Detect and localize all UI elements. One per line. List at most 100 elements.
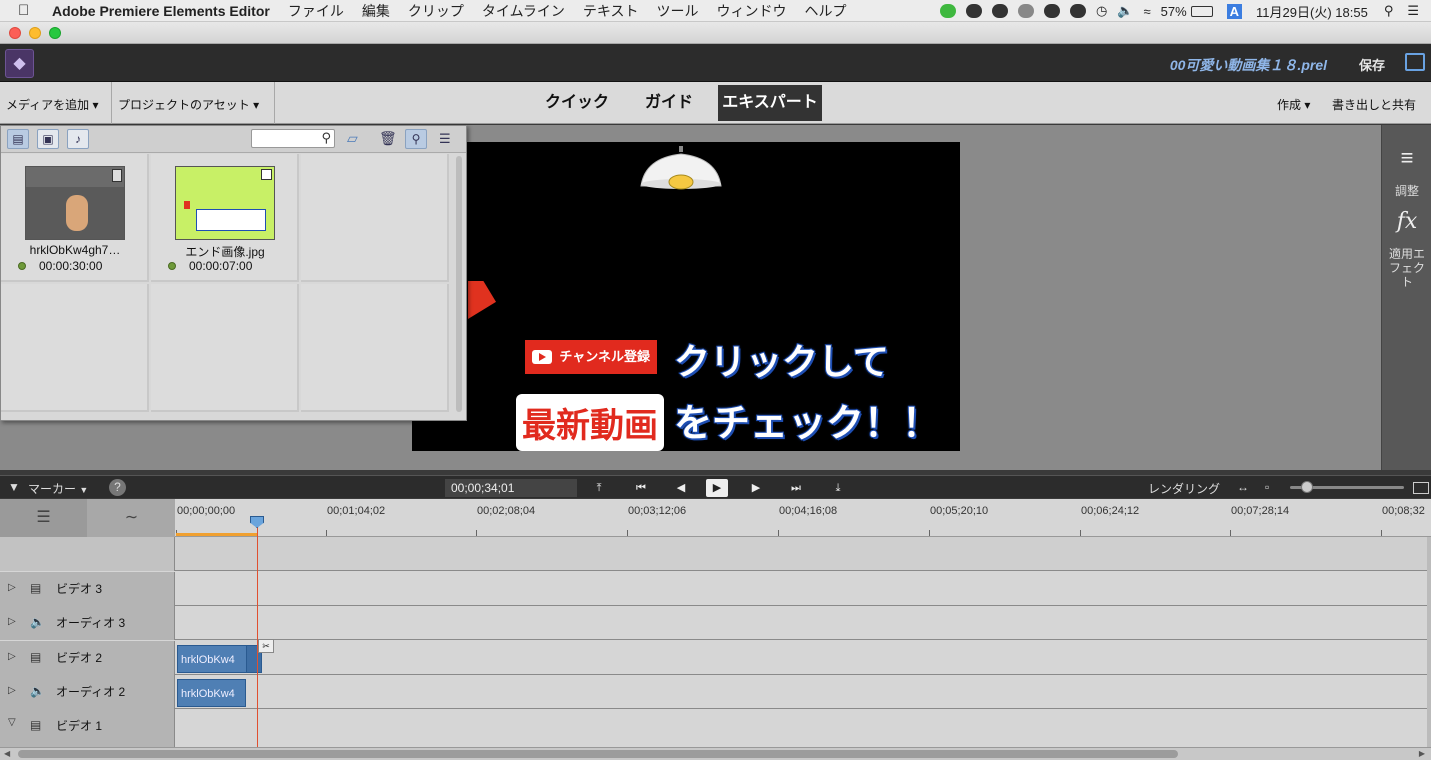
zoom-window-button[interactable] xyxy=(49,27,61,39)
track-video-1[interactable]: ▽ ▤ ビデオ 1 xyxy=(0,709,1427,747)
filter-audio-icon[interactable]: ♪ xyxy=(67,129,89,149)
asset-item[interactable]: hrklObKw4gh7… 00:00:30:00 xyxy=(1,154,149,282)
panel-menu-icon[interactable]: ☰ xyxy=(439,131,451,147)
menu-timeline[interactable]: タイムライン xyxy=(482,1,565,21)
applied-effects-label[interactable]: 適用エフェクト xyxy=(1382,247,1431,289)
wifi-icon[interactable]: ≈ xyxy=(1143,4,1150,19)
input-source-indicator[interactable]: A xyxy=(1226,3,1243,19)
line-icon[interactable] xyxy=(939,4,956,18)
asset-grid: hrklObKw4gh7… 00:00:30:00 エンド画像.jpg 00:0… xyxy=(1,154,453,414)
tracks-vertical-scrollbar[interactable] xyxy=(1427,537,1431,747)
zoom-out-icon[interactable]: ▫ xyxy=(1265,480,1269,494)
app-header: ◆ 00可愛い動画集１８.prel 保存 xyxy=(0,44,1431,82)
monitor-preview[interactable]: チャンネル登録 クリックして 最新動画 をチェック！！ xyxy=(412,142,960,451)
asset-search-input[interactable]: ⚲ xyxy=(251,129,335,148)
expand-triangle-icon[interactable]: ▷ xyxy=(8,616,16,627)
tab-guided[interactable]: ガイド xyxy=(632,85,706,121)
scroll-right-icon[interactable]: ▶ xyxy=(1419,749,1425,758)
ruler-tick: 00;04;16;08 xyxy=(779,505,838,517)
assets-scrollbar[interactable] xyxy=(456,156,462,412)
google-drive-icon[interactable] xyxy=(991,4,1008,18)
premiere-elements-logo[interactable]: ◆ xyxy=(5,49,34,78)
step-back-icon[interactable]: ◀ xyxy=(670,479,692,497)
reveal-folder-icon[interactable]: ▱ xyxy=(347,130,358,147)
project-assets-dropdown[interactable]: プロジェクトのアセット ▾ xyxy=(118,96,259,113)
minimize-window-button[interactable] xyxy=(29,27,41,39)
app-menu[interactable]: Adobe Premiere Elements Editor xyxy=(52,3,270,19)
previous-edit-icon[interactable]: ⏮ xyxy=(630,479,652,497)
filter-image-icon[interactable]: ▣ xyxy=(37,129,59,149)
adjust-icon[interactable]: ≡ xyxy=(1382,147,1431,169)
train-icon[interactable] xyxy=(1017,4,1034,18)
tab-quick[interactable]: クイック xyxy=(536,85,618,121)
playhead-line[interactable] xyxy=(257,525,258,747)
audio-waveform-icon[interactable]: ∼ xyxy=(88,499,175,537)
menu-text[interactable]: テキスト xyxy=(583,1,639,21)
go-to-end-icon[interactable]: ⤓ xyxy=(827,479,849,497)
notification-center-icon[interactable]: ☰ xyxy=(1407,3,1419,19)
track-audio-2[interactable]: ▷ 🔈 オーディオ 2 hrklObKw4 xyxy=(0,675,1427,709)
apple-icon[interactable]:  xyxy=(18,2,36,19)
marker-menu-icon[interactable]: ▼ xyxy=(8,480,20,494)
tab-expert[interactable]: エキスパート xyxy=(718,85,822,121)
menu-clip[interactable]: クリップ xyxy=(408,1,464,21)
time-machine-icon[interactable]: ◷ xyxy=(1096,3,1107,19)
collapse-triangle-icon[interactable]: ▽ xyxy=(8,717,16,728)
scrollbar-thumb[interactable] xyxy=(18,750,1178,758)
menu-tools[interactable]: ツール xyxy=(656,1,698,21)
close-window-button[interactable] xyxy=(9,27,21,39)
scissors-icon[interactable]: ✂ xyxy=(258,639,274,653)
fullscreen-icon[interactable] xyxy=(1405,53,1425,71)
battery-icon[interactable] xyxy=(1190,5,1213,17)
dropbox-icon[interactable] xyxy=(1069,4,1086,18)
clock[interactable]: 11月29日(火) 18:55 xyxy=(1256,2,1368,21)
trash-icon[interactable]: 🗑 xyxy=(379,130,397,147)
tick-mark xyxy=(929,530,930,536)
work-area-bar[interactable] xyxy=(176,533,258,536)
menu-edit[interactable]: 編集 xyxy=(362,1,390,21)
play-button[interactable]: ▶ xyxy=(706,479,728,497)
zoom-in-icon[interactable] xyxy=(1413,482,1429,494)
asset-item[interactable]: エンド画像.jpg 00:00:07:00 xyxy=(151,154,299,282)
go-to-start-icon[interactable]: ⤒ xyxy=(588,479,610,497)
help-icon[interactable]: ? xyxy=(109,479,126,496)
video-clip[interactable]: hrklObKw4 xyxy=(177,645,247,673)
fx-icon[interactable]: fx xyxy=(1382,211,1431,233)
timeline-horizontal-scrollbar[interactable]: ◀ ▶ xyxy=(0,747,1431,760)
fit-timeline-icon[interactable]: ↔ xyxy=(1237,480,1249,494)
expand-triangle-icon[interactable]: ▷ xyxy=(8,685,16,696)
volume-icon[interactable]: 🔈 xyxy=(1117,3,1133,19)
adjust-label[interactable]: 調整 xyxy=(1382,184,1431,198)
scroll-left-icon[interactable]: ◀ xyxy=(4,749,10,758)
timeline-ruler[interactable]: ☰ ∼ 00;00;00;00 00;01;04;02 00;02;08;04 … xyxy=(0,499,1431,537)
pin-icon[interactable]: ⚲ xyxy=(405,129,427,149)
expand-triangle-icon[interactable]: ▷ xyxy=(8,651,16,662)
expand-triangle-icon[interactable]: ▷ xyxy=(8,582,16,593)
render-button[interactable]: レンダリング xyxy=(1148,480,1220,497)
export-share-button[interactable]: 書き出しと共有 xyxy=(1332,96,1416,113)
create-dropdown[interactable]: 作成 ▾ xyxy=(1277,96,1310,113)
zoom-slider-knob[interactable] xyxy=(1301,481,1313,493)
cloud-icon[interactable] xyxy=(1043,4,1060,18)
track-name: ビデオ 1 xyxy=(56,719,103,733)
marker-dropdown[interactable]: マーカー ▼ xyxy=(28,480,88,497)
chevron-down-icon: ▼ xyxy=(79,485,89,495)
audio-clip[interactable]: hrklObKw4 xyxy=(177,679,246,707)
filter-video-icon[interactable]: ▤ xyxy=(7,129,29,149)
caption-highlight: 最新動画 xyxy=(516,394,664,451)
menu-file[interactable]: ファイル xyxy=(288,1,344,21)
step-forward-icon[interactable]: ▶ xyxy=(745,479,767,497)
add-media-dropdown[interactable]: メディアを追加 ▾ xyxy=(6,96,99,113)
track-audio-3[interactable]: ▷ 🔈 オーディオ 3 xyxy=(0,606,1427,640)
track-video-2[interactable]: ▷ ▤ ビデオ 2 hrklObKw4 ✂ xyxy=(0,639,1427,675)
timecode-display[interactable]: 00;00;34;01 xyxy=(445,479,577,497)
menu-help[interactable]: ヘルプ xyxy=(804,1,846,21)
spotlight-search-icon[interactable]: ⚲ xyxy=(1384,3,1394,19)
track-settings-icon[interactable]: ☰ xyxy=(0,499,87,537)
next-edit-icon[interactable]: ⏭ xyxy=(785,479,807,497)
evernote-icon[interactable] xyxy=(965,4,982,18)
menu-window[interactable]: ウィンドウ xyxy=(716,1,786,21)
track-video-3[interactable]: ▷ ▤ ビデオ 3 xyxy=(0,572,1427,606)
save-button[interactable]: 保存 xyxy=(1359,55,1385,74)
asset-name: エンド画像.jpg xyxy=(185,245,265,259)
